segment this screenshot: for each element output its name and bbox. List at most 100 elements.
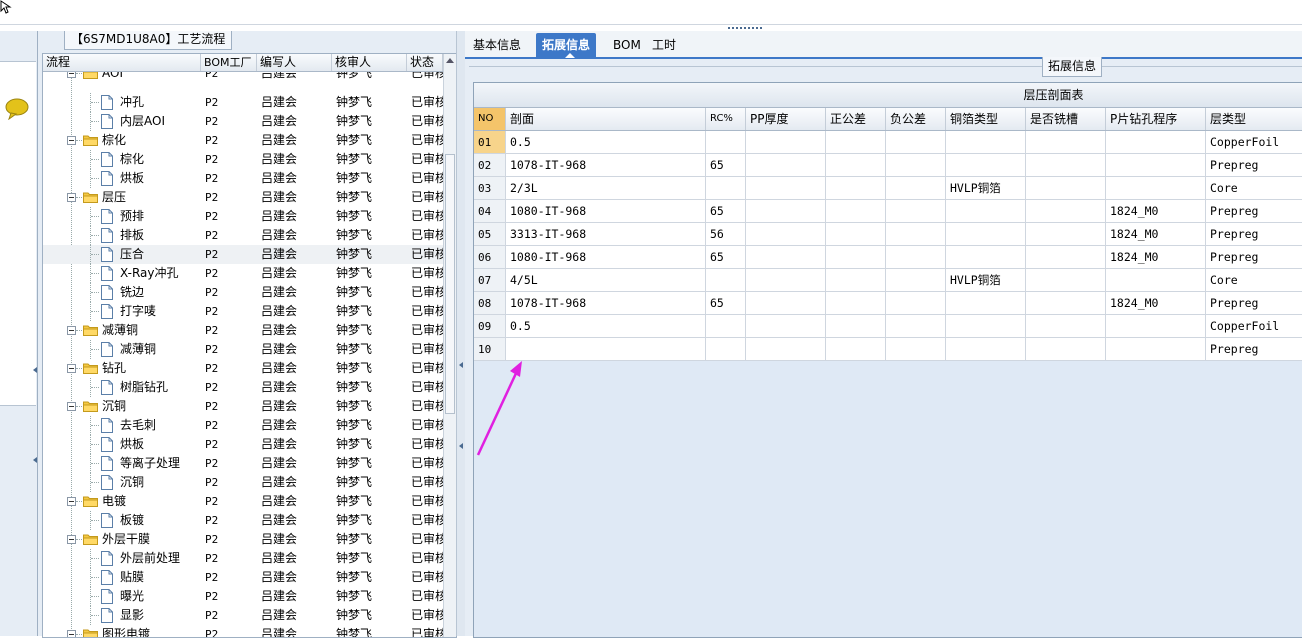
- tree-row[interactable]: 贴膜 P2 吕建会 钟梦飞 已审核: [43, 568, 443, 587]
- tree-row[interactable]: X-Ray冲孔 P2 吕建会 钟梦飞 已审核: [43, 264, 443, 283]
- grid-cell[interactable]: [746, 223, 826, 246]
- grid-cell[interactable]: [826, 292, 886, 315]
- grid-cell[interactable]: 0.5: [506, 315, 706, 338]
- tree-row[interactable]: 外层干膜 P2 吕建会 钟梦飞 已审核: [43, 530, 443, 549]
- grid-row[interactable]: 07 4/5L HVLP铜箔 Core: [474, 269, 1302, 292]
- tree-row[interactable]: 打字唛 P2 吕建会 钟梦飞 已审核: [43, 302, 443, 321]
- grid-row[interactable]: 06 1080-IT-968 65 1824_M0 Prepreg: [474, 246, 1302, 269]
- grid-cell[interactable]: [886, 269, 946, 292]
- grid-cell[interactable]: 65: [706, 200, 746, 223]
- grid-cell[interactable]: [886, 154, 946, 177]
- grid-cell[interactable]: 1824_M0: [1106, 292, 1206, 315]
- tree-row[interactable]: 预排 P2 吕建会 钟梦飞 已审核: [43, 207, 443, 226]
- tree-row[interactable]: 铣边 P2 吕建会 钟梦飞 已审核: [43, 283, 443, 302]
- grid-cell[interactable]: [886, 223, 946, 246]
- grid-cell[interactable]: 3313-IT-968: [506, 223, 706, 246]
- tree-row[interactable]: 沉铜 P2 吕建会 钟梦飞 已审核: [43, 473, 443, 492]
- collapse-toggle-icon[interactable]: [67, 402, 76, 411]
- grid-row[interactable]: 08 1078-IT-968 65 1824_M0 Prepreg: [474, 292, 1302, 315]
- grid-cell[interactable]: [1106, 315, 1206, 338]
- grid-cell[interactable]: [886, 292, 946, 315]
- grid-cell[interactable]: Prepreg: [1206, 292, 1302, 315]
- grid-cell[interactable]: 1824_M0: [1106, 246, 1206, 269]
- grid-cell[interactable]: [1026, 200, 1106, 223]
- grid-cell[interactable]: [886, 200, 946, 223]
- collapse-toggle-icon[interactable]: [67, 364, 76, 373]
- tree-row[interactable]: 板镀 P2 吕建会 钟梦飞 已审核: [43, 511, 443, 530]
- grid-cell[interactable]: 65: [706, 246, 746, 269]
- grid-col-section[interactable]: 剖面: [506, 108, 706, 130]
- grid-cell[interactable]: 1078-IT-968: [506, 154, 706, 177]
- grid-cell[interactable]: [706, 338, 746, 361]
- grid-cell[interactable]: [946, 200, 1026, 223]
- grid-cell[interactable]: [706, 131, 746, 154]
- grid-cell[interactable]: 2/3L: [506, 177, 706, 200]
- collapse-toggle-icon[interactable]: [67, 193, 76, 202]
- grid-cell[interactable]: 1080-IT-968: [506, 200, 706, 223]
- tree-row[interactable]: 层压 P2 吕建会 钟梦飞 已审核: [43, 188, 443, 207]
- grid-cell[interactable]: [886, 246, 946, 269]
- grid-cell[interactable]: [1026, 246, 1106, 269]
- grid-cell[interactable]: 4/5L: [506, 269, 706, 292]
- grid-cell[interactable]: [1026, 131, 1106, 154]
- grid-cell[interactable]: [826, 131, 886, 154]
- collapse-toggle-icon[interactable]: [67, 497, 76, 506]
- grid-cell[interactable]: [706, 315, 746, 338]
- grid-cell[interactable]: [1026, 154, 1106, 177]
- grid-cell[interactable]: [1106, 338, 1206, 361]
- grid-cell[interactable]: [946, 154, 1026, 177]
- grid-cell[interactable]: [746, 269, 826, 292]
- grid-cell[interactable]: [746, 200, 826, 223]
- grid-cell[interactable]: 65: [706, 292, 746, 315]
- grid-row[interactable]: 05 3313-IT-968 56 1824_M0 Prepreg: [474, 223, 1302, 246]
- grid-col-minus-tolerance[interactable]: 负公差: [886, 108, 946, 130]
- grid-cell[interactable]: [886, 315, 946, 338]
- tree-col-bom-factory[interactable]: BOM工厂: [201, 54, 257, 71]
- grid-cell[interactable]: Prepreg: [1206, 246, 1302, 269]
- grid-cell[interactable]: [946, 338, 1026, 361]
- tree-row[interactable]: AOI P2 吕建会 钟梦飞 已审核: [43, 72, 443, 83]
- grid-cell[interactable]: Prepreg: [1206, 200, 1302, 223]
- grid-cell[interactable]: [706, 177, 746, 200]
- grid-cell[interactable]: Core: [1206, 269, 1302, 292]
- tab-bom[interactable]: BOM: [607, 33, 647, 57]
- grid-cell[interactable]: [746, 338, 826, 361]
- grid-cell[interactable]: [1026, 269, 1106, 292]
- collapse-toggle-icon[interactable]: [67, 72, 76, 78]
- grid-cell[interactable]: [1026, 292, 1106, 315]
- grid-cell[interactable]: [1106, 269, 1206, 292]
- grid-cell[interactable]: [886, 338, 946, 361]
- tree-row[interactable]: 外层前处理 P2 吕建会 钟梦飞 已审核: [43, 549, 443, 568]
- tree-row[interactable]: 等离子处理 P2 吕建会 钟梦飞 已审核: [43, 454, 443, 473]
- tree-row[interactable]: 去毛刺 P2 吕建会 钟梦飞 已审核: [43, 416, 443, 435]
- grid-cell[interactable]: [826, 154, 886, 177]
- tree-row[interactable]: 钻孔 P2 吕建会 钟梦飞 已审核: [43, 359, 443, 378]
- grid-cell[interactable]: 1080-IT-968: [506, 246, 706, 269]
- grid-cell[interactable]: [826, 246, 886, 269]
- tree-col-reviewer[interactable]: 核审人: [332, 54, 407, 71]
- grid-cell[interactable]: [886, 131, 946, 154]
- grid-cell[interactable]: [826, 223, 886, 246]
- grid-cell[interactable]: [946, 315, 1026, 338]
- splitter-grip-icon[interactable]: [728, 26, 768, 30]
- grid-cell[interactable]: [746, 177, 826, 200]
- grid-cell[interactable]: [1106, 131, 1206, 154]
- tree-vertical-scrollbar[interactable]: [443, 54, 456, 637]
- grid-cell[interactable]: [746, 315, 826, 338]
- grid-cell[interactable]: Core: [1206, 177, 1302, 200]
- tree-row[interactable]: 树脂钻孔 P2 吕建会 钟梦飞 已审核: [43, 378, 443, 397]
- tree-row[interactable]: 烘板 P2 吕建会 钟梦飞 已审核: [43, 169, 443, 188]
- grid-col-rc[interactable]: RC%: [706, 108, 746, 130]
- grid-col-pp-thickness[interactable]: PP厚度: [746, 108, 826, 130]
- tree-row[interactable]: 内层AOI P2 吕建会 钟梦飞 已审核: [43, 112, 443, 131]
- scroll-thumb[interactable]: [445, 154, 455, 414]
- grid-col-milled-slot[interactable]: 是否铣槽: [1026, 108, 1106, 130]
- tab-work-hours[interactable]: 工时: [646, 33, 682, 57]
- grid-cell[interactable]: [746, 246, 826, 269]
- grid-col-plus-tolerance[interactable]: 正公差: [826, 108, 886, 130]
- grid-cell[interactable]: 0.5: [506, 131, 706, 154]
- tree-row[interactable]: 显影 P2 吕建会 钟梦飞 已审核: [43, 606, 443, 625]
- grid-cell[interactable]: Prepreg: [1206, 223, 1302, 246]
- grid-row[interactable]: 03 2/3L HVLP铜箔 Core: [474, 177, 1302, 200]
- scroll-up-arrow-icon[interactable]: [445, 56, 455, 64]
